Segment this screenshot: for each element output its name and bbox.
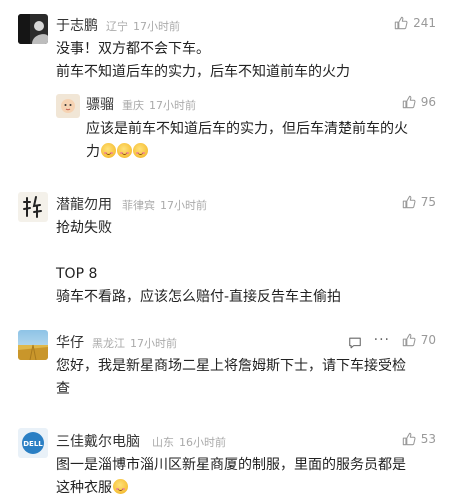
comment-location: 黑龙江 — [92, 337, 125, 350]
comment-line: 图一是淄博市淄川区新星商厦的制服，里面的服务员都是 — [56, 457, 406, 473]
like-count: 96 — [420, 95, 436, 109]
avatar[interactable] — [18, 330, 48, 360]
comment-meta: 黑龙江 17小时前 — [92, 335, 177, 351]
like-button[interactable]: 53 — [402, 432, 436, 446]
avatar[interactable]: DELL — [18, 428, 48, 458]
comment: 于志鹏 辽宁 17小时前 241 没事！双方都不会下车。 前车不知道后车的实力，后… — [0, 0, 452, 180]
comment-time: 17小时前 — [160, 199, 207, 212]
reply-body: 应该是前车不知道后车的实力，但后车清楚前车的火 力 — [86, 118, 408, 164]
comment: 潜龍勿用 菲律宾 17小时前 75 抢劫失败 TOP 8 骑车不看路，应该怎么赔付… — [0, 180, 452, 310]
avatar[interactable] — [18, 192, 48, 222]
blushing-smile-emoji — [133, 143, 148, 158]
reply-author[interactable]: 骠骝 — [86, 94, 114, 114]
comment-location: 菲律宾 — [122, 199, 155, 212]
thumbs-up-icon — [394, 16, 408, 30]
comment-line: 查 — [56, 381, 70, 397]
comment-line: 没事！双方都不会下车。 — [56, 41, 210, 57]
like-button[interactable]: 241 — [394, 16, 436, 30]
comment-time: 17小时前 — [133, 20, 180, 33]
comment-line: 这种衣服 — [56, 477, 406, 500]
reply-line: 力 — [86, 141, 408, 164]
like-button[interactable]: 70 — [402, 333, 436, 347]
thumbs-up-icon — [402, 95, 416, 109]
thumbs-up-icon — [402, 432, 416, 446]
blushing-smile-emoji — [117, 143, 132, 158]
thumbs-up-icon — [402, 333, 416, 347]
comment-time: 16小时前 — [179, 436, 226, 449]
avatar[interactable] — [18, 14, 48, 44]
comment: DELL 三佳戴尔电脑 山东 16小时前 53 图一是淄博市淄川区新星商厦的制服，… — [0, 418, 452, 503]
reply-time: 17小时前 — [149, 99, 196, 112]
reply-line-text: 力 — [86, 144, 100, 160]
comment-body: 您好，我是新星商场二星上将詹姆斯下士，请下车接受检 查 — [56, 355, 406, 401]
comment-body: 没事！双方都不会下车。 前车不知道后车的实力，后车不知道前车的火力 — [56, 38, 350, 84]
comment-line: 骑车不看路，应该怎么赔付-直接反告车主偷拍 — [56, 289, 342, 305]
thumbs-up-icon — [402, 195, 416, 209]
like-button[interactable]: 96 — [402, 95, 436, 109]
comment: 华仔 黑龙江 17小时前 ··· 70 您好，我是新星商场二星上将詹姆斯下士，请下… — [0, 318, 452, 418]
like-count: 241 — [413, 16, 436, 30]
comment-location: 辽宁 — [106, 20, 128, 33]
comment-line-text: 这种衣服 — [56, 480, 112, 496]
comment-time: 17小时前 — [130, 337, 177, 350]
comment-author[interactable]: 于志鹏 — [56, 15, 98, 35]
comment-author[interactable]: 潜龍勿用 — [56, 194, 112, 214]
comment-line — [56, 240, 341, 263]
comment-location: 山东 — [152, 436, 174, 449]
reply-line: 应该是前车不知道后车的实力，但后车清楚前车的火 — [86, 121, 408, 137]
chat-bubble-icon[interactable] — [348, 335, 362, 354]
reply-location: 重庆 — [122, 99, 144, 112]
comment-line: TOP 8 — [56, 266, 98, 282]
comment-line: 前车不知道后车的实力，后车不知道前车的火力 — [56, 64, 350, 80]
svg-text:DELL: DELL — [23, 440, 43, 448]
avatar[interactable] — [56, 94, 80, 118]
like-count: 53 — [420, 432, 436, 446]
like-count: 70 — [420, 333, 436, 347]
comment-author[interactable]: 三佳戴尔电脑 — [56, 431, 140, 451]
like-button[interactable]: 75 — [402, 195, 436, 209]
blushing-smile-emoji — [101, 143, 116, 158]
like-count: 75 — [420, 195, 436, 209]
comment-meta: 菲律宾 17小时前 — [122, 197, 207, 213]
more-dots-icon[interactable]: ··· — [374, 332, 390, 348]
comment-body: 图一是淄博市淄川区新星商厦的制服，里面的服务员都是 这种衣服 — [56, 454, 406, 500]
comment-line: 抢劫失败 — [56, 220, 112, 236]
comment-body: 抢劫失败 TOP 8 骑车不看路，应该怎么赔付-直接反告车主偷拍 — [56, 217, 341, 309]
comment-author[interactable]: 华仔 — [56, 332, 84, 352]
comment-meta: 山东 16小时前 — [152, 434, 226, 450]
blushing-smile-emoji — [113, 479, 128, 494]
comment-meta: 辽宁 17小时前 — [106, 18, 180, 34]
reply-meta: 重庆 17小时前 — [122, 97, 196, 113]
comment-line: 您好，我是新星商场二星上将詹姆斯下士，请下车接受检 — [56, 358, 406, 374]
